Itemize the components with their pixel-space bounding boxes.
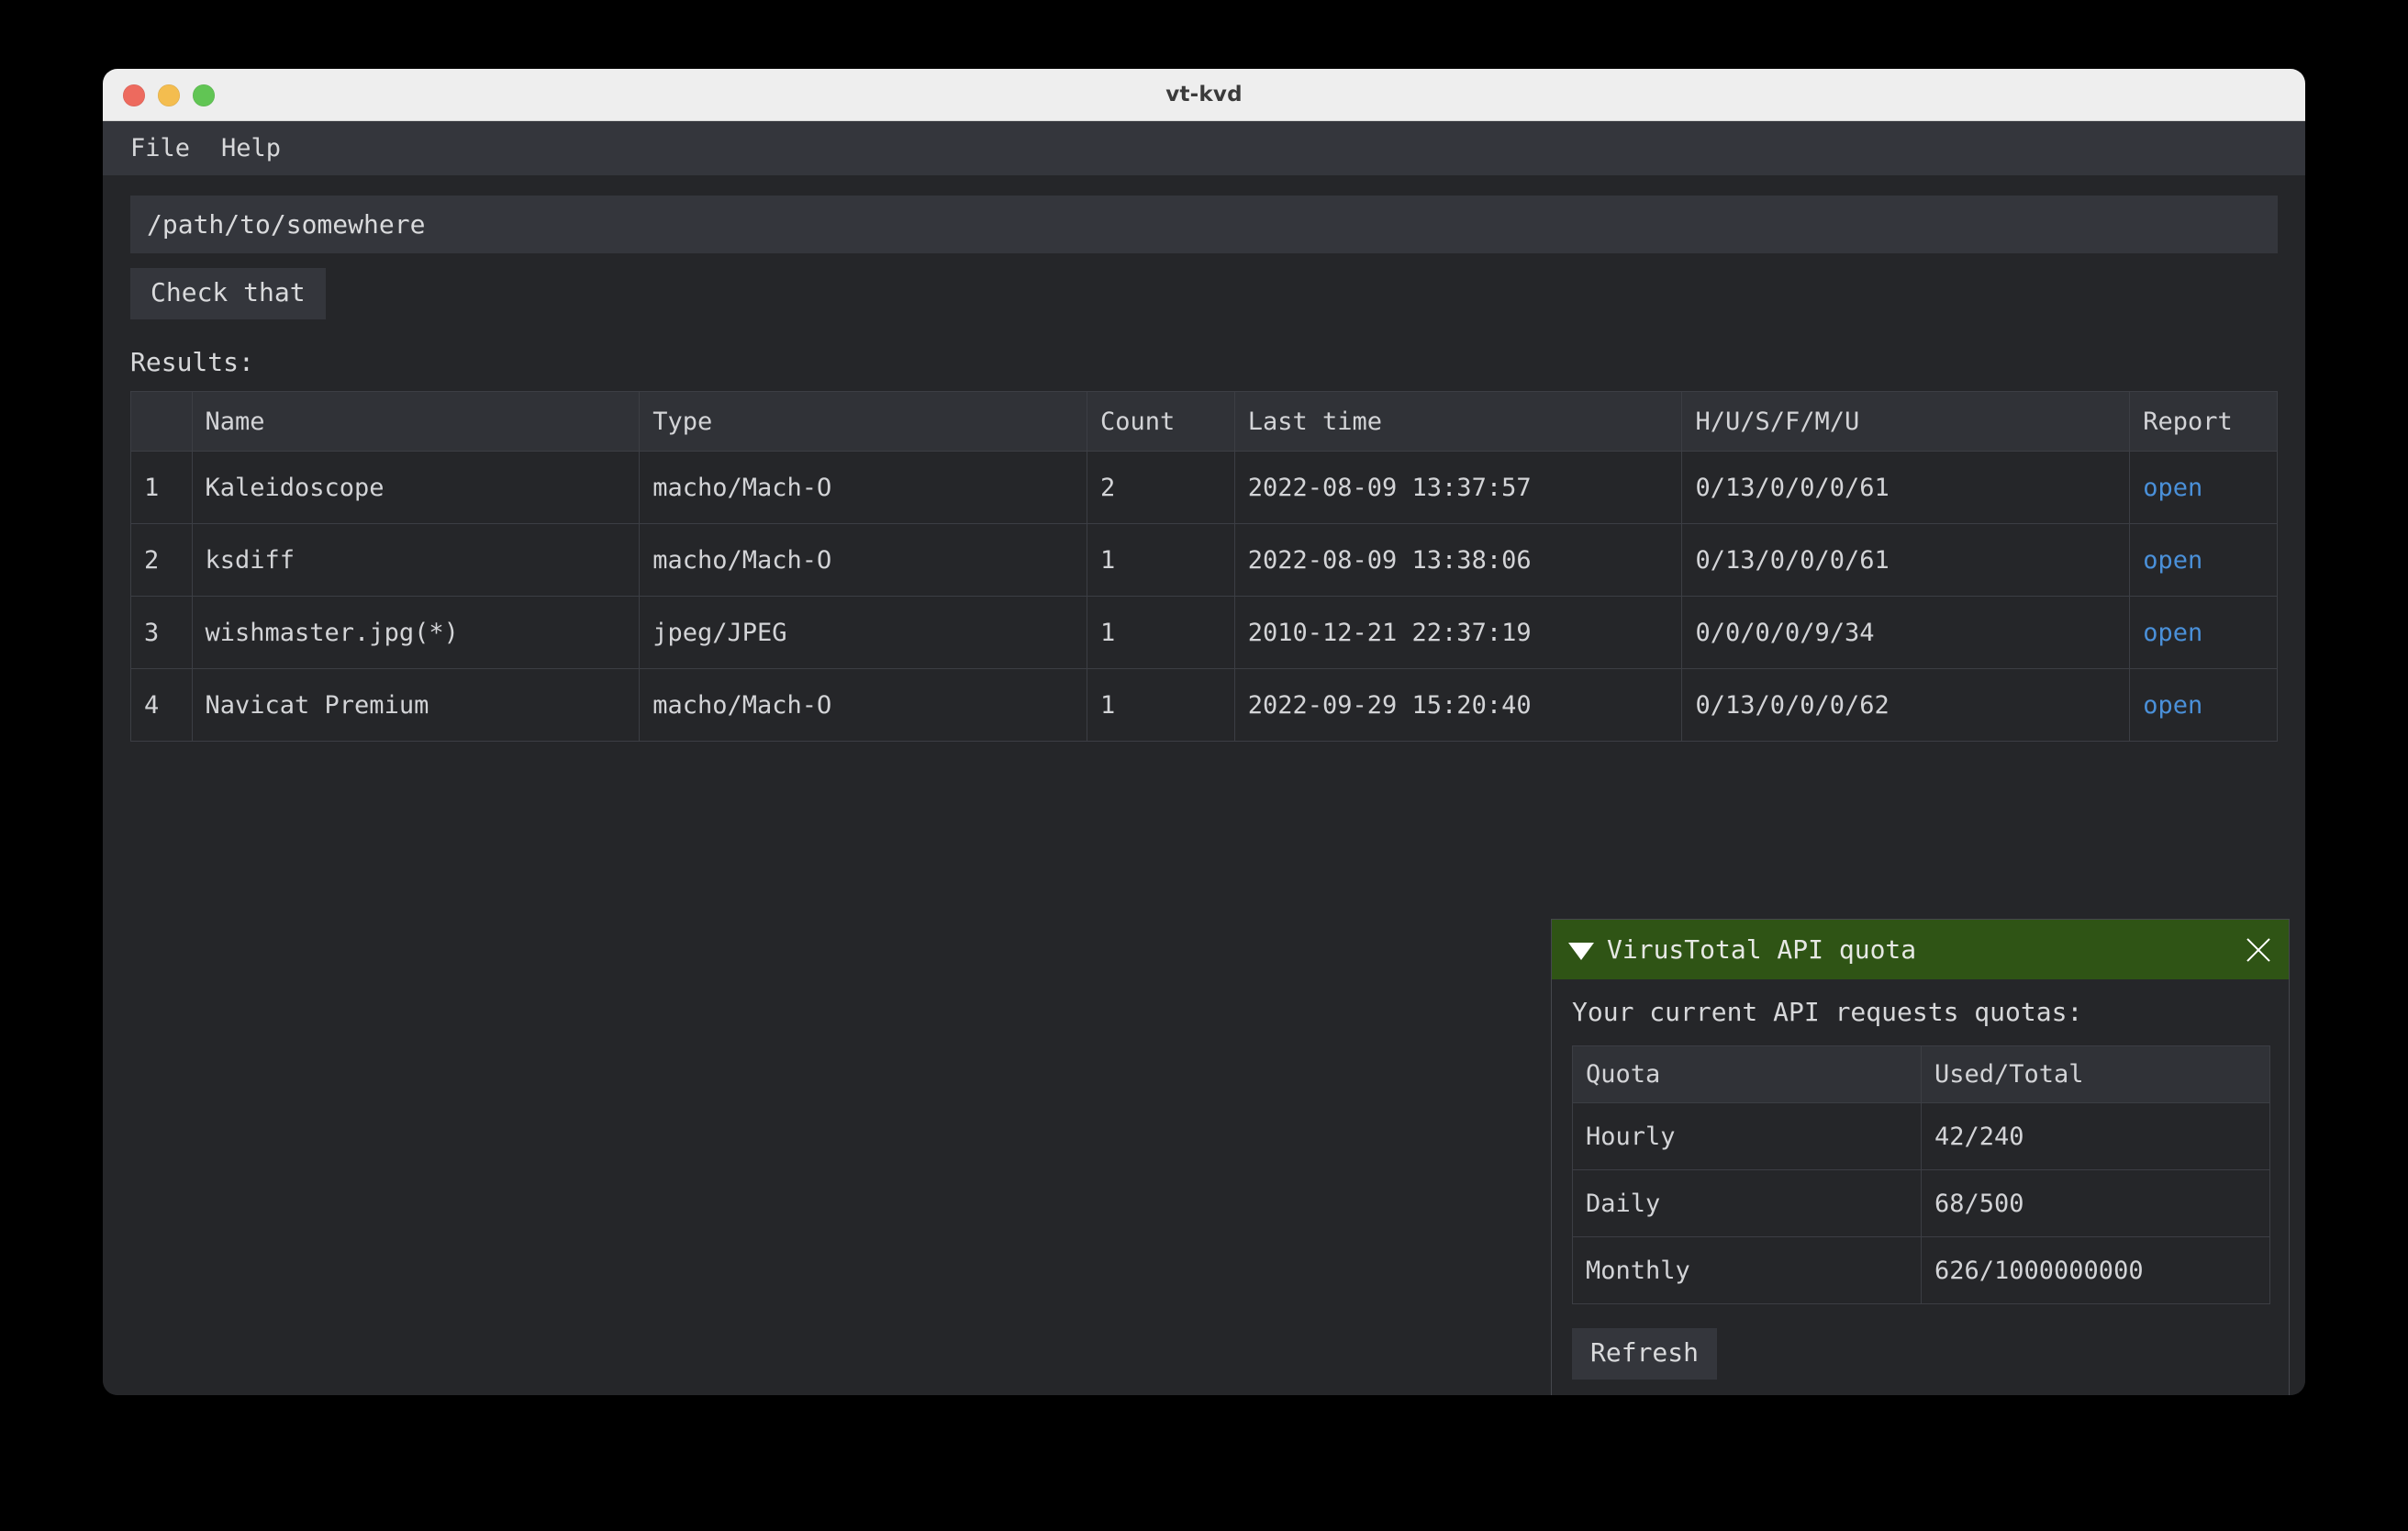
column-header-quota[interactable]: Quota <box>1572 1045 1922 1103</box>
row-name: Navicat Premium <box>191 668 641 742</box>
quota-value: 626/1000000000 <box>1921 1236 2270 1304</box>
row-report: open <box>2129 668 2278 742</box>
row-report: open <box>2129 523 2278 597</box>
row-name: ksdiff <box>191 523 641 597</box>
quota-name: Hourly <box>1572 1102 1922 1170</box>
row-report: open <box>2129 596 2278 669</box>
results-table-body: 1 Kaleidoscope macho/Mach-O 2 2022-08-09… <box>130 451 2278 742</box>
row-type: jpeg/JPEG <box>639 596 1087 669</box>
quota-table: Quota Used/Total Hourly 42/240 Daily 68/… <box>1572 1045 2270 1304</box>
table-row[interactable]: 4 Navicat Premium macho/Mach-O 1 2022-09… <box>130 668 2278 742</box>
row-count: 1 <box>1087 668 1235 742</box>
quota-name: Daily <box>1572 1169 1922 1237</box>
column-header-used-total[interactable]: Used/Total <box>1921 1045 2270 1103</box>
results-table-head: Name Type Count Last time H/U/S/F/M/U Re… <box>130 391 2278 452</box>
menu-item-help[interactable]: Help <box>221 136 281 161</box>
row-last-time: 2022-08-09 13:38:06 <box>1233 523 1683 597</box>
row-report: open <box>2129 451 2278 524</box>
row-type: macho/Mach-O <box>639 523 1087 597</box>
column-header-last-time[interactable]: Last time <box>1233 391 1683 452</box>
quota-name: Monthly <box>1572 1236 1922 1304</box>
column-header-ratio[interactable]: H/U/S/F/M/U <box>1681 391 2131 452</box>
row-index: 1 <box>130 451 193 524</box>
triangle-down-icon[interactable] <box>1568 942 1594 960</box>
quota-panel-body: Your current API requests quotas: Quota … <box>1552 979 2289 1395</box>
menu-item-file[interactable]: File <box>130 136 190 161</box>
row-ratio: 0/0/0/0/9/34 <box>1681 596 2131 669</box>
open-report-link[interactable]: open <box>2143 619 2202 647</box>
refresh-quota-button[interactable]: Refresh <box>1572 1328 1718 1380</box>
virustotal-api-quota-panel: VirusTotal API quota Your current API re… <box>1551 919 2290 1395</box>
row-ratio: 0/13/0/0/0/62 <box>1681 668 2131 742</box>
open-report-link[interactable]: open <box>2143 546 2202 575</box>
row-type: macho/Mach-O <box>639 668 1087 742</box>
row-count: 2 <box>1087 451 1235 524</box>
results-table: Name Type Count Last time H/U/S/F/M/U Re… <box>130 391 2278 742</box>
row-index: 3 <box>130 596 193 669</box>
table-row: Hourly 42/240 <box>1572 1102 2270 1170</box>
window-title: vt-kvd <box>1165 83 1243 106</box>
column-header-count[interactable]: Count <box>1087 391 1235 452</box>
row-ratio: 0/13/0/0/0/61 <box>1681 451 2131 524</box>
row-name: Kaleidoscope <box>191 451 641 524</box>
table-row[interactable]: 3 wishmaster.jpg(*) jpeg/JPEG 1 2010-12-… <box>130 596 2278 669</box>
open-report-link[interactable]: open <box>2143 691 2202 720</box>
check-that-button[interactable]: Check that <box>130 268 326 319</box>
row-last-time: 2022-09-29 15:20:40 <box>1233 668 1683 742</box>
quota-panel-title: VirusTotal API quota <box>1607 933 1917 965</box>
quota-header-row: Quota Used/Total <box>1572 1045 2270 1103</box>
quota-table-body: Hourly 42/240 Daily 68/500 Monthly 626/1… <box>1572 1102 2270 1304</box>
table-row: Monthly 626/1000000000 <box>1572 1236 2270 1304</box>
quota-value: 68/500 <box>1921 1169 2270 1237</box>
results-label: Results: <box>130 347 254 377</box>
close-icon[interactable] <box>2243 934 2274 966</box>
row-count: 1 <box>1087 523 1235 597</box>
row-type: macho/Mach-O <box>639 451 1087 524</box>
path-input[interactable] <box>130 196 2278 253</box>
table-row[interactable]: 1 Kaleidoscope macho/Mach-O 2 2022-08-09… <box>130 451 2278 524</box>
row-count: 1 <box>1087 596 1235 669</box>
quota-table-head: Quota Used/Total <box>1572 1045 2270 1103</box>
row-last-time: 2010-12-21 22:37:19 <box>1233 596 1683 669</box>
row-ratio: 0/13/0/0/0/61 <box>1681 523 2131 597</box>
row-index: 4 <box>130 668 193 742</box>
column-header-type[interactable]: Type <box>639 391 1087 452</box>
table-row: Daily 68/500 <box>1572 1169 2270 1237</box>
row-last-time: 2022-08-09 13:37:57 <box>1233 451 1683 524</box>
row-name: wishmaster.jpg(*) <box>191 596 641 669</box>
quota-value: 42/240 <box>1921 1102 2270 1170</box>
menu-bar: File Help <box>103 121 2305 175</box>
column-header-index[interactable] <box>130 391 193 452</box>
row-index: 2 <box>130 523 193 597</box>
main-content: Check that Results: Name Type Count Last… <box>103 175 2305 1395</box>
title-bar: vt-kvd <box>103 69 2305 121</box>
results-header-row: Name Type Count Last time H/U/S/F/M/U Re… <box>130 391 2278 452</box>
open-report-link[interactable]: open <box>2143 474 2202 502</box>
app-window: vt-kvd File Help Check that Results: Nam… <box>103 69 2305 1395</box>
quota-subtitle: Your current API requests quotas: <box>1572 997 2083 1027</box>
column-header-report[interactable]: Report <box>2129 391 2278 452</box>
column-header-name[interactable]: Name <box>191 391 641 452</box>
quota-panel-header: VirusTotal API quota <box>1552 920 2289 979</box>
table-row[interactable]: 2 ksdiff macho/Mach-O 1 2022-08-09 13:38… <box>130 523 2278 597</box>
